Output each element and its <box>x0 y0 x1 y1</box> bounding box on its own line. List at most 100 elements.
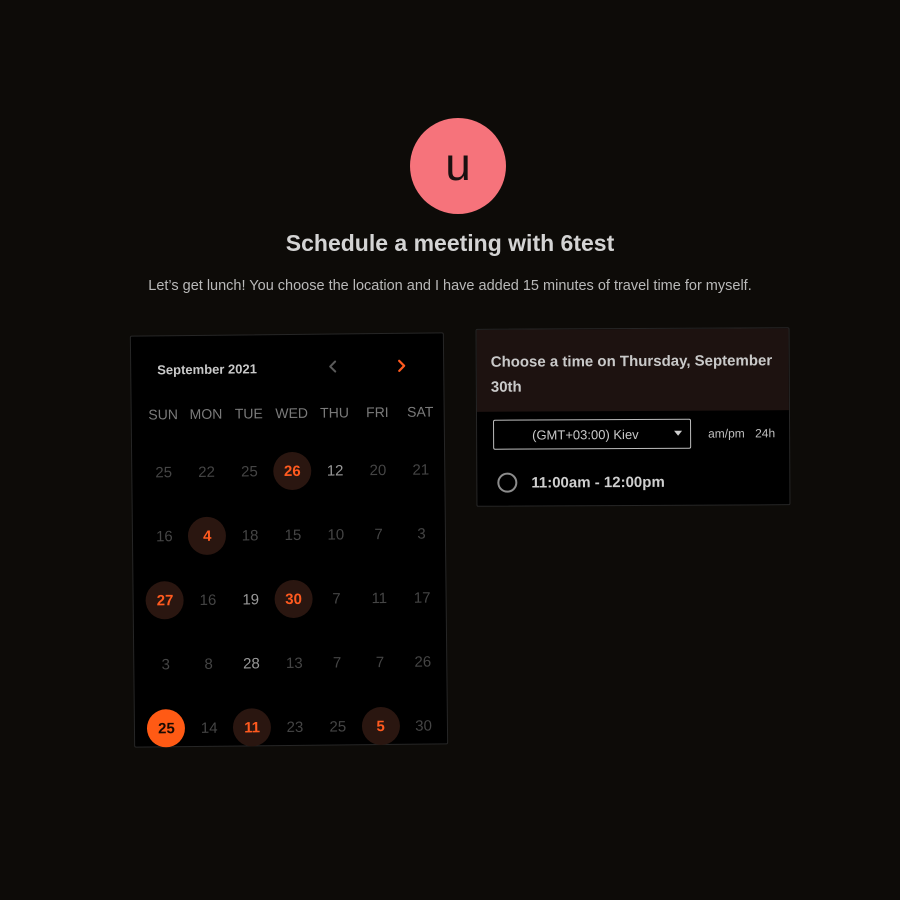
calendar-day-number: 25 <box>155 463 173 481</box>
calendar-day: 7 <box>315 566 359 630</box>
time-panel-heading: Choose a time on Thursday, September 30t… <box>476 328 789 412</box>
calendar-day-number: 8 <box>204 655 213 673</box>
calendar-day: 7 <box>315 630 359 694</box>
calendar-day-number: 25 <box>329 717 347 736</box>
calendar-day-number: 22 <box>198 463 215 481</box>
calendar-day: 16 <box>186 568 230 632</box>
calendar-day-number: 4 <box>188 516 227 556</box>
calendar-day: 7 <box>358 630 402 694</box>
calendar-day-number: 19 <box>242 590 260 608</box>
calendar: September 2021 SUN MON TUE WED THU FRI S… <box>129 332 449 748</box>
timezone-value: (GMT+03:00) Kiev <box>532 426 639 443</box>
previous-month-button[interactable] <box>323 356 343 376</box>
calendar-day: 11 <box>358 566 402 630</box>
calendar-day-number: 17 <box>413 589 431 607</box>
weekday-label: THU <box>320 404 349 421</box>
calendar-day-number: 7 <box>374 525 383 543</box>
calendar-day-number: 11 <box>232 708 272 747</box>
time-panel-controls: (GMT+03:00) Kiev am/pm 24h <box>477 410 789 458</box>
calendar-days-grid: 25 22 25 26 12 20 21 16 4 18 15 10 7 3 27 16 19 30 7 11 17 3 8… <box>142 437 445 760</box>
calendar-day-number: 7 <box>332 653 342 672</box>
calendar-day-number: 3 <box>417 525 426 543</box>
weekday-label: SAT <box>407 403 434 420</box>
weekday-label: MON <box>189 405 223 423</box>
weekday-label: FRI <box>366 403 389 421</box>
weekday-label: TUE <box>234 405 263 422</box>
calendar-day[interactable]: 4 <box>185 504 229 568</box>
calendar-day: 10 <box>314 502 358 566</box>
page-title: Schedule a meeting with 6test <box>285 230 615 256</box>
timezone-select[interactable]: (GMT+03:00) Kiev <box>493 418 692 450</box>
calendar-day: 7 <box>357 502 401 566</box>
weekday-label: SUN <box>148 406 178 423</box>
calendar-day: 13 <box>273 631 317 695</box>
time-selection-panel: Choose a time on Thursday, September 30t… <box>475 327 791 507</box>
calendar-day-number: 7 <box>332 589 341 608</box>
calendar-day-number: 21 <box>412 461 430 479</box>
calendar-day: 18 <box>228 503 272 567</box>
calendar-day-number: 30 <box>274 579 313 619</box>
calendar-day: 25 <box>228 439 272 503</box>
calendar-day-number: 7 <box>375 653 385 671</box>
calendar-day: 30 <box>402 693 446 757</box>
calendar-day-number: 16 <box>155 527 173 545</box>
calendar-day-number: 25 <box>147 709 186 748</box>
calendar-day: 26 <box>401 629 445 693</box>
calendar-day-number: 25 <box>240 462 258 480</box>
calendar-day[interactable]: 5 <box>359 694 403 758</box>
calendar-day-number: 18 <box>241 526 259 544</box>
calendar-day-number: 3 <box>161 655 170 673</box>
chevron-right-icon <box>398 359 406 372</box>
calendar-day-number: 20 <box>369 461 387 479</box>
calendar-day-number: 15 <box>284 526 302 544</box>
calendar-day: 14 <box>187 696 231 760</box>
calendar-day: 8 <box>187 632 231 696</box>
calendar-day: 16 <box>143 504 187 568</box>
calendar-day: 28 <box>230 631 274 695</box>
calendar-month-label: September 2021 <box>157 361 258 378</box>
calendar-day-number: 13 <box>285 654 303 672</box>
calendar-day: 21 <box>399 437 443 501</box>
calendar-day-number: 14 <box>200 719 218 737</box>
calendar-day-number: 10 <box>327 525 345 544</box>
calendar-day: 23 <box>273 695 317 759</box>
avatar-letter: u <box>445 138 471 190</box>
page-description: Let’s get lunch! You choose the location… <box>148 278 752 294</box>
calendar-day-number: 26 <box>414 653 432 671</box>
calendar-day: 25 <box>316 694 360 758</box>
calendar-day: 3 <box>400 501 444 565</box>
weekday-label: WED <box>275 404 309 422</box>
calendar-day[interactable]: 26 <box>271 439 315 503</box>
calendar-day: 3 <box>144 632 188 696</box>
calendar-day-number: 23 <box>286 718 304 736</box>
calendar-day: 19 <box>229 567 273 631</box>
24h-format-toggle[interactable]: 24h <box>755 426 775 440</box>
avatar: u <box>410 118 506 214</box>
calendar-day-number: 12 <box>326 461 344 480</box>
calendar-day-number: 30 <box>415 717 432 735</box>
calendar-day[interactable]: 30 <box>272 567 316 631</box>
calendar-day: 20 <box>356 438 400 502</box>
radio-button[interactable] <box>497 472 518 493</box>
calendar-day-number: 26 <box>273 451 312 491</box>
weekday-header: SUN MON TUE WED THU FRI SAT <box>142 403 442 422</box>
calendar-day: 17 <box>400 565 444 629</box>
calendar-day-number: 11 <box>371 589 388 607</box>
calendar-day-selected[interactable]: 25 <box>145 696 189 760</box>
calendar-day[interactable]: 27 <box>143 568 187 632</box>
time-slot[interactable]: 11:00am - 12:00pm <box>477 458 789 506</box>
calendar-day: 22 <box>185 440 229 504</box>
scheduling-page: u Schedule a meeting with 6test Let’s ge… <box>0 0 900 900</box>
calendar-day-number: 16 <box>199 591 217 609</box>
calendar-day[interactable]: 11 <box>230 695 274 759</box>
caret-down-icon <box>674 430 683 436</box>
next-month-button[interactable] <box>391 356 411 376</box>
calendar-day: 25 <box>142 440 186 504</box>
time-slot-label: 11:00am - 12:00pm <box>531 473 665 492</box>
ampm-format-toggle[interactable]: am/pm <box>708 426 745 440</box>
calendar-day-number: 27 <box>145 581 185 620</box>
calendar-day: 12 <box>313 438 357 502</box>
calendar-day-number: 5 <box>361 706 400 746</box>
calendar-day-number: 28 <box>242 654 260 672</box>
calendar-day: 15 <box>271 503 315 567</box>
